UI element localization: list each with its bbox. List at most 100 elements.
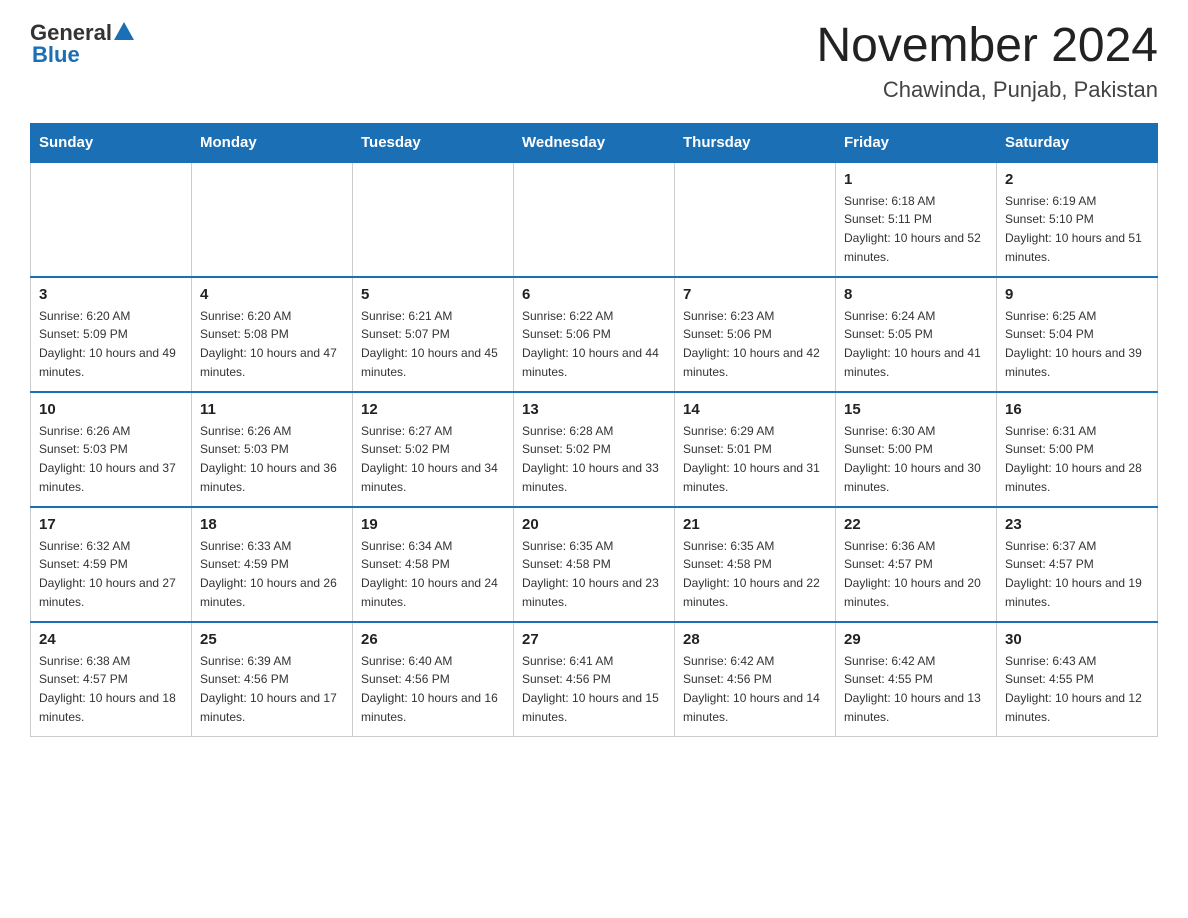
day-number: 16 [1005, 401, 1149, 418]
day-info: Sunrise: 6:25 AMSunset: 5:04 PMDaylight:… [1005, 307, 1149, 381]
day-number: 26 [361, 631, 505, 648]
day-info: Sunrise: 6:21 AMSunset: 5:07 PMDaylight:… [361, 307, 505, 381]
day-number: 22 [844, 516, 988, 533]
day-number: 29 [844, 631, 988, 648]
calendar-day-cell: 23 Sunrise: 6:37 AMSunset: 4:57 PMDayligh… [997, 507, 1158, 622]
day-number: 17 [39, 516, 183, 533]
calendar-day-cell: 12 Sunrise: 6:27 AMSunset: 5:02 PMDayligh… [353, 392, 514, 507]
day-info: Sunrise: 6:26 AMSunset: 5:03 PMDaylight:… [200, 422, 344, 496]
calendar-day-cell: 18Sunrise: 6:33 AMSunset: 4:59 PMDayligh… [192, 507, 353, 622]
calendar-day-cell: 14 Sunrise: 6:29 AMSunset: 5:01 PMDayligh… [675, 392, 836, 507]
day-number: 14 [683, 401, 827, 418]
day-number: 11 [200, 401, 344, 418]
day-info: Sunrise: 6:27 AMSunset: 5:02 PMDaylight:… [361, 422, 505, 496]
day-number: 1 [844, 171, 988, 188]
logo-blue-text: Blue [32, 42, 80, 68]
day-info: Sunrise: 6:32 AMSunset: 4:59 PMDaylight:… [39, 537, 183, 611]
calendar-day-cell: 7Sunrise: 6:23 AMSunset: 5:06 PMDaylight… [675, 277, 836, 392]
day-number: 28 [683, 631, 827, 648]
day-of-week-header: Sunday [31, 123, 192, 162]
page-title: November 2024 [816, 20, 1158, 73]
day-info: Sunrise: 6:22 AMSunset: 5:06 PMDaylight:… [522, 307, 666, 381]
calendar-week-row: 24Sunrise: 6:38 AMSunset: 4:57 PMDayligh… [31, 622, 1158, 737]
day-info: Sunrise: 6:29 AMSunset: 5:01 PMDaylight:… [683, 422, 827, 496]
calendar-day-cell: 19 Sunrise: 6:34 AMSunset: 4:58 PMDayligh… [353, 507, 514, 622]
calendar-day-cell [514, 162, 675, 277]
calendar-table: SundayMondayTuesdayWednesdayThursdayFrid… [30, 123, 1158, 738]
day-number: 9 [1005, 286, 1149, 303]
logo: General Blue [30, 20, 134, 68]
calendar-day-cell: 27 Sunrise: 6:41 AMSunset: 4:56 PMDayligh… [514, 622, 675, 737]
day-of-week-header: Saturday [997, 123, 1158, 162]
day-number: 15 [844, 401, 988, 418]
header-row: SundayMondayTuesdayWednesdayThursdayFrid… [31, 123, 1158, 162]
day-info: Sunrise: 6:20 AMSunset: 5:09 PMDaylight:… [39, 307, 183, 381]
day-info: Sunrise: 6:18 AMSunset: 5:11 PMDaylight:… [844, 192, 988, 266]
calendar-week-row: 10Sunrise: 6:26 AMSunset: 5:03 PMDayligh… [31, 392, 1158, 507]
calendar-day-cell: 30Sunrise: 6:43 AMSunset: 4:55 PMDayligh… [997, 622, 1158, 737]
day-info: Sunrise: 6:35 AMSunset: 4:58 PMDaylight:… [683, 537, 827, 611]
day-info: Sunrise: 6:42 AMSunset: 4:55 PMDaylight:… [844, 652, 988, 726]
day-number: 20 [522, 516, 666, 533]
day-info: Sunrise: 6:34 AMSunset: 4:58 PMDaylight:… [361, 537, 505, 611]
day-number: 25 [200, 631, 344, 648]
calendar-day-cell: 20 Sunrise: 6:35 AMSunset: 4:58 PMDayligh… [514, 507, 675, 622]
day-number: 18 [200, 516, 344, 533]
day-info: Sunrise: 6:23 AMSunset: 5:06 PMDaylight:… [683, 307, 827, 381]
calendar-day-cell: 25 Sunrise: 6:39 AMSunset: 4:56 PMDayligh… [192, 622, 353, 737]
day-info: Sunrise: 6:30 AMSunset: 5:00 PMDaylight:… [844, 422, 988, 496]
calendar-day-cell: 10Sunrise: 6:26 AMSunset: 5:03 PMDayligh… [31, 392, 192, 507]
calendar-day-cell: 1 Sunrise: 6:18 AMSunset: 5:11 PMDaylight… [836, 162, 997, 277]
day-info: Sunrise: 6:28 AMSunset: 5:02 PMDaylight:… [522, 422, 666, 496]
page-header: General Blue November 2024 Chawinda, Pun… [30, 20, 1158, 103]
calendar-day-cell: 17 Sunrise: 6:32 AMSunset: 4:59 PMDayligh… [31, 507, 192, 622]
title-block: November 2024 Chawinda, Punjab, Pakistan [816, 20, 1158, 103]
day-info: Sunrise: 6:19 AMSunset: 5:10 PMDaylight:… [1005, 192, 1149, 266]
day-info: Sunrise: 6:26 AMSunset: 5:03 PMDaylight:… [39, 422, 183, 496]
day-number: 13 [522, 401, 666, 418]
day-of-week-header: Wednesday [514, 123, 675, 162]
calendar-day-cell: 4 Sunrise: 6:20 AMSunset: 5:08 PMDaylight… [192, 277, 353, 392]
day-info: Sunrise: 6:36 AMSunset: 4:57 PMDaylight:… [844, 537, 988, 611]
day-info: Sunrise: 6:37 AMSunset: 4:57 PMDaylight:… [1005, 537, 1149, 611]
day-of-week-header: Friday [836, 123, 997, 162]
day-info: Sunrise: 6:41 AMSunset: 4:56 PMDaylight:… [522, 652, 666, 726]
calendar-day-cell: 16 Sunrise: 6:31 AMSunset: 5:00 PMDayligh… [997, 392, 1158, 507]
day-number: 6 [522, 286, 666, 303]
day-info: Sunrise: 6:40 AMSunset: 4:56 PMDaylight:… [361, 652, 505, 726]
day-info: Sunrise: 6:24 AMSunset: 5:05 PMDaylight:… [844, 307, 988, 381]
page-subtitle: Chawinda, Punjab, Pakistan [816, 77, 1158, 103]
calendar-day-cell: 2 Sunrise: 6:19 AMSunset: 5:10 PMDaylight… [997, 162, 1158, 277]
calendar-day-cell: 8 Sunrise: 6:24 AMSunset: 5:05 PMDaylight… [836, 277, 997, 392]
calendar-day-cell: 26 Sunrise: 6:40 AMSunset: 4:56 PMDayligh… [353, 622, 514, 737]
calendar-day-cell: 6 Sunrise: 6:22 AMSunset: 5:06 PMDaylight… [514, 277, 675, 392]
calendar-day-cell: 24Sunrise: 6:38 AMSunset: 4:57 PMDayligh… [31, 622, 192, 737]
day-number: 23 [1005, 516, 1149, 533]
day-number: 4 [200, 286, 344, 303]
calendar-day-cell: 29 Sunrise: 6:42 AMSunset: 4:55 PMDayligh… [836, 622, 997, 737]
day-number: 3 [39, 286, 183, 303]
day-number: 19 [361, 516, 505, 533]
day-info: Sunrise: 6:31 AMSunset: 5:00 PMDaylight:… [1005, 422, 1149, 496]
calendar-day-cell: 3 Sunrise: 6:20 AMSunset: 5:09 PMDaylight… [31, 277, 192, 392]
day-info: Sunrise: 6:39 AMSunset: 4:56 PMDaylight:… [200, 652, 344, 726]
calendar-day-cell: 22 Sunrise: 6:36 AMSunset: 4:57 PMDayligh… [836, 507, 997, 622]
calendar-week-row: 3 Sunrise: 6:20 AMSunset: 5:09 PMDaylight… [31, 277, 1158, 392]
day-info: Sunrise: 6:20 AMSunset: 5:08 PMDaylight:… [200, 307, 344, 381]
calendar-day-cell: 11 Sunrise: 6:26 AMSunset: 5:03 PMDayligh… [192, 392, 353, 507]
logo-triangle-icon [114, 22, 134, 40]
day-number: 30 [1005, 631, 1149, 648]
day-number: 8 [844, 286, 988, 303]
day-number: 27 [522, 631, 666, 648]
calendar-day-cell: 15 Sunrise: 6:30 AMSunset: 5:00 PMDayligh… [836, 392, 997, 507]
day-number: 2 [1005, 171, 1149, 188]
calendar-day-cell: 13 Sunrise: 6:28 AMSunset: 5:02 PMDayligh… [514, 392, 675, 507]
day-number: 21 [683, 516, 827, 533]
calendar-week-row: 17 Sunrise: 6:32 AMSunset: 4:59 PMDayligh… [31, 507, 1158, 622]
day-number: 12 [361, 401, 505, 418]
day-number: 5 [361, 286, 505, 303]
day-of-week-header: Monday [192, 123, 353, 162]
day-info: Sunrise: 6:35 AMSunset: 4:58 PMDaylight:… [522, 537, 666, 611]
calendar-body: 1 Sunrise: 6:18 AMSunset: 5:11 PMDaylight… [31, 162, 1158, 737]
day-info: Sunrise: 6:38 AMSunset: 4:57 PMDaylight:… [39, 652, 183, 726]
